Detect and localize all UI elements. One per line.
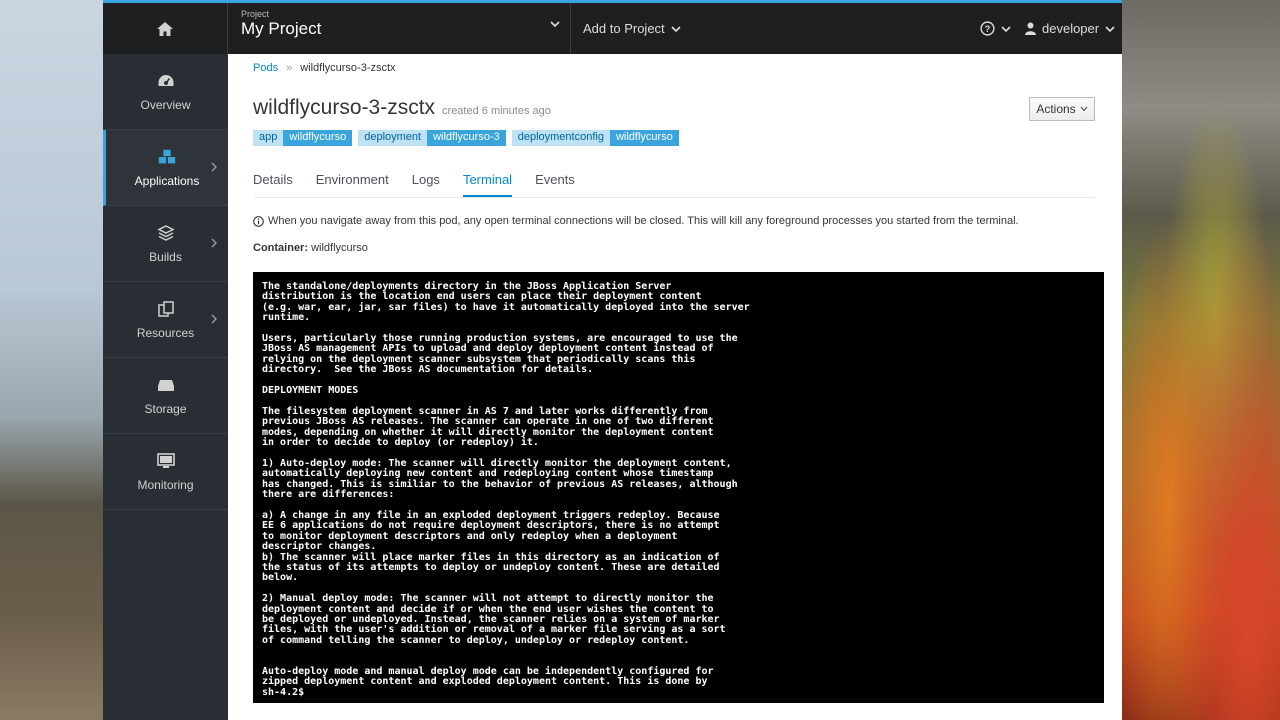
monitor-icon xyxy=(156,452,176,470)
breadcrumb-separator: » xyxy=(286,62,293,74)
label-value: wildflycurso xyxy=(609,130,679,146)
chevron-down-icon xyxy=(1080,106,1088,112)
label-deployment[interactable]: deployment wildflycurso-3 xyxy=(358,130,506,146)
label-deploymentconfig[interactable]: deploymentconfig wildflycurso xyxy=(511,130,679,146)
home-icon xyxy=(157,21,173,36)
label-app[interactable]: app wildflycurso xyxy=(253,130,353,146)
main-content: Pods » wildflycurso-3-zsctx wildflycurso… xyxy=(228,54,1122,720)
chevron-right-icon xyxy=(211,314,217,324)
help-icon: ? xyxy=(980,21,995,36)
layers-icon xyxy=(156,224,176,242)
top-navbar: Project My Project Add to Project ? deve… xyxy=(103,0,1122,54)
sidebar-item-label: Monitoring xyxy=(137,477,194,492)
page-title: wildflycurso-3-zsctx xyxy=(253,96,436,119)
info-icon xyxy=(253,215,264,227)
sidebar-item-builds[interactable]: Builds xyxy=(103,206,228,282)
help-menu[interactable]: ? xyxy=(980,3,1011,54)
sidebar-item-label: Storage xyxy=(144,401,187,416)
terminal-line: zipped deployment content and exploded d… xyxy=(262,676,708,688)
terminal-line: in order to decide to deploy (or redeplo… xyxy=(262,437,539,449)
breadcrumb-pods-link[interactable]: Pods xyxy=(253,62,278,74)
terminal-console[interactable]: The standalone/deployments directory in … xyxy=(253,272,1104,703)
pod-tabs: Details Environment Logs Terminal Events xyxy=(253,166,1095,198)
terminal-line: sh-4.2$ xyxy=(262,686,305,698)
chevron-down-icon xyxy=(1001,25,1011,32)
label-value: wildflycurso xyxy=(283,130,353,146)
notice-text: When you navigate away from this pod, an… xyxy=(268,215,1019,227)
cubes-icon xyxy=(157,148,177,166)
copy-icon xyxy=(156,300,176,318)
chevron-right-icon xyxy=(211,162,217,172)
terminal-line: DEPLOYMENT MODES xyxy=(262,385,359,397)
project-label: Project xyxy=(241,9,270,19)
sidebar-item-label: Resources xyxy=(136,325,195,340)
container-label: Container: xyxy=(253,242,308,254)
label-key: deployment xyxy=(358,130,428,146)
home-button[interactable] xyxy=(103,3,228,54)
terminal-line: to monitor deployment descriptors and on… xyxy=(262,530,678,542)
breadcrumb: Pods » wildflycurso-3-zsctx xyxy=(253,62,396,74)
terminal-notice: When you navigate away from this pod, an… xyxy=(253,215,1019,227)
chevron-down-icon xyxy=(550,21,560,28)
chevron-down-icon xyxy=(1105,25,1115,32)
sidebar-item-resources[interactable]: Resources xyxy=(103,282,228,358)
tab-events[interactable]: Events xyxy=(535,166,575,197)
user-menu[interactable]: developer xyxy=(1025,3,1115,54)
tab-logs[interactable]: Logs xyxy=(412,166,440,197)
terminal-line: runtime. xyxy=(262,312,311,324)
label-key: app xyxy=(253,130,284,146)
username: developer xyxy=(1042,21,1100,36)
actions-button[interactable]: Actions xyxy=(1029,97,1095,121)
terminal-line: the status of its attempts to deploy or … xyxy=(262,561,720,573)
sidebar-item-label: Builds xyxy=(149,249,182,264)
container-info: Container: wildflycurso xyxy=(253,242,368,254)
terminal-line: directory. See the JBoss AS documentatio… xyxy=(262,364,594,376)
database-icon xyxy=(156,376,176,394)
sidebar-item-storage[interactable]: Storage xyxy=(103,358,228,434)
desktop-wallpaper-left xyxy=(0,0,103,720)
actions-label: Actions xyxy=(1036,102,1076,116)
tab-details[interactable]: Details xyxy=(253,166,293,197)
tab-terminal[interactable]: Terminal xyxy=(462,166,513,197)
project-selector[interactable]: Project My Project xyxy=(228,3,571,54)
dashboard-icon xyxy=(156,72,176,90)
label-key: deploymentconfig xyxy=(511,130,610,146)
breadcrumb-current: wildflycurso-3-zsctx xyxy=(300,62,396,74)
sidebar-item-label: Applications xyxy=(134,173,200,188)
terminal-line: of command telling the scanner to deploy… xyxy=(262,634,690,646)
project-name: My Project xyxy=(241,19,322,38)
terminal-line: there are differences: xyxy=(262,489,395,501)
desktop-wallpaper-right xyxy=(1122,0,1280,720)
chevron-down-icon xyxy=(671,25,681,32)
terminal-line: below. xyxy=(262,572,299,584)
terminal-line: (e.g. war, ear, jar, sar files) to have … xyxy=(262,301,750,313)
sidebar-item-applications[interactable]: Applications xyxy=(103,130,228,206)
created-timestamp: created 6 minutes ago xyxy=(442,105,551,117)
browser-window: Project My Project Add to Project ? deve… xyxy=(103,0,1122,720)
sidebar-item-monitoring[interactable]: Monitoring xyxy=(103,434,228,510)
chevron-right-icon xyxy=(211,238,217,248)
add-to-project-label: Add to Project xyxy=(583,21,665,36)
label-value: wildflycurso-3 xyxy=(427,130,506,146)
user-icon xyxy=(1025,22,1036,35)
container-value: wildflycurso xyxy=(311,242,368,254)
title-row: wildflycurso-3-zsctx created 6 minutes a… xyxy=(253,96,551,120)
pod-labels: app wildflycurso deployment wildflycurso… xyxy=(253,130,679,146)
sidebar: Overview Applications Builds Resources S… xyxy=(103,54,228,720)
terminal-line: descriptor changes. xyxy=(262,541,377,553)
sidebar-item-overview[interactable]: Overview xyxy=(103,54,228,130)
tab-environment[interactable]: Environment xyxy=(316,166,389,197)
add-to-project-menu[interactable]: Add to Project xyxy=(583,3,681,54)
svg-text:?: ? xyxy=(985,24,991,34)
sidebar-item-label: Overview xyxy=(140,97,191,112)
